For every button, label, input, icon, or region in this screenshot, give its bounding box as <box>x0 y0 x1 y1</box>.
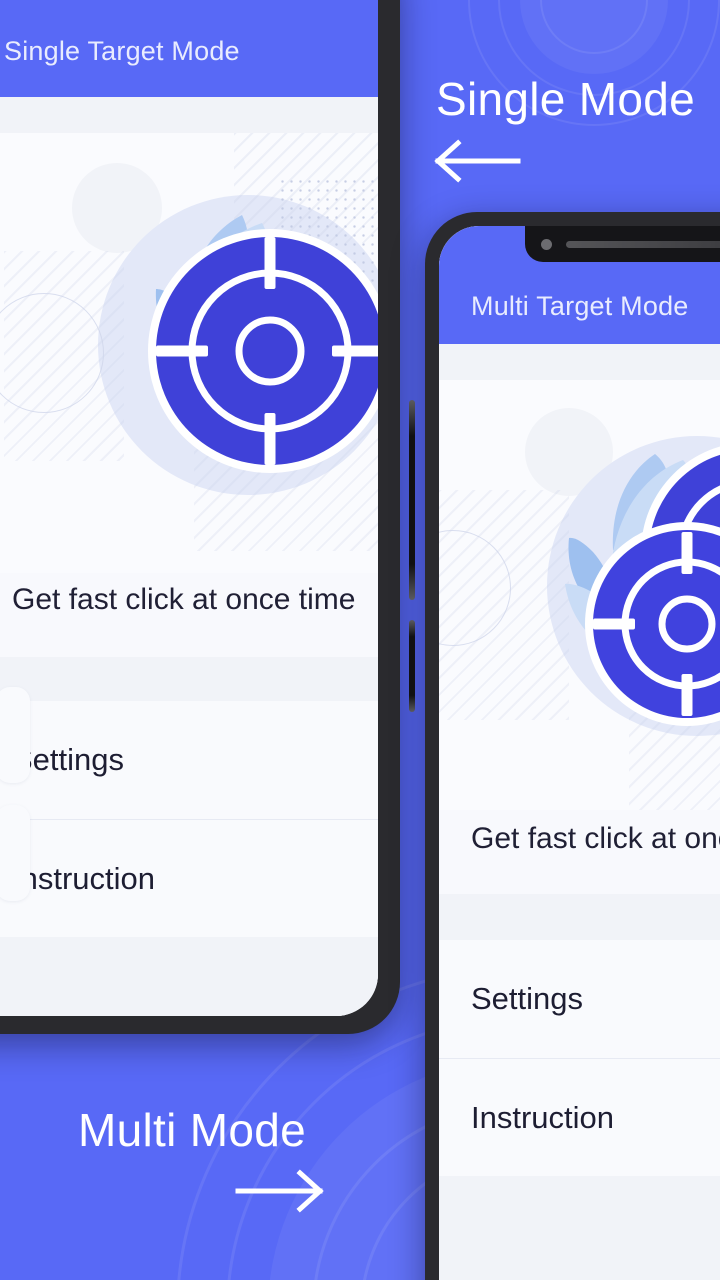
multi-mode-label: Multi Mode <box>78 1104 306 1156</box>
left-menu-gap <box>0 657 378 701</box>
earpiece-speaker-icon <box>566 240 720 248</box>
volume-down-button[interactable] <box>409 620 415 712</box>
left-subheader-strip <box>0 97 378 133</box>
left-menu-item-instruction[interactable]: Instruction <box>0 819 378 937</box>
right-menu-label-settings: Settings <box>471 981 584 1016</box>
bg-ring-top-4 <box>540 0 648 54</box>
right-phone-screen: Multi Target Mode Get fast click at on S… <box>439 226 720 1280</box>
left-hero <box>0 133 378 573</box>
left-screen-content: Single Target Mode Get fast click at onc… <box>0 0 378 1016</box>
left-menu-label-instruction: Instruction <box>12 860 156 896</box>
single-target-crosshair-icon <box>148 215 378 473</box>
multi-target-crosshair-icon <box>565 446 720 726</box>
front-camera-icon <box>541 238 552 250</box>
volume-up-button[interactable] <box>409 400 415 600</box>
left-appbar: Single Target Mode <box>0 0 378 97</box>
right-menu-label-instruction: Instruction <box>471 1099 615 1135</box>
single-mode-label: Single Mode <box>436 73 696 125</box>
left-phone-mockup: Single Target Mode Get fast click at onc… <box>0 0 400 1034</box>
right-phone-notch <box>525 226 720 262</box>
left-menu-footer-gap <box>0 937 378 1016</box>
right-menu-item-instruction[interactable]: Instruction <box>439 1058 720 1176</box>
left-arrow-icon <box>434 139 521 183</box>
left-appbar-title: Single Target Mode <box>4 36 240 66</box>
right-arrow-icon <box>235 1169 324 1213</box>
right-menu-footer-gap <box>439 1176 720 1280</box>
left-menu-item-settings[interactable]: Settings <box>0 701 378 819</box>
right-appbar-title: Multi Target Mode <box>471 291 689 321</box>
right-caption: Get fast click at once time <box>471 822 720 855</box>
left-caption: Get fast click at once time <box>12 583 356 616</box>
right-hero <box>439 380 720 810</box>
screenshot-root: Single Target Mode Get fast click at onc… <box>0 0 720 1280</box>
left-card-stub-instruction <box>0 805 30 901</box>
right-menu-item-settings[interactable]: Settings <box>439 940 720 1058</box>
right-phone-mockup: Multi Target Mode Get fast click at on S… <box>425 212 720 1280</box>
right-subheader-strip <box>439 344 720 380</box>
right-menu-gap <box>439 894 720 940</box>
left-phone-screen: Single Target Mode Get fast click at onc… <box>0 0 378 1016</box>
left-card-stub-settings <box>0 687 30 783</box>
right-screen-content: Multi Target Mode Get fast click at on S… <box>439 226 720 1280</box>
bg-ring-top-3 <box>520 0 668 74</box>
